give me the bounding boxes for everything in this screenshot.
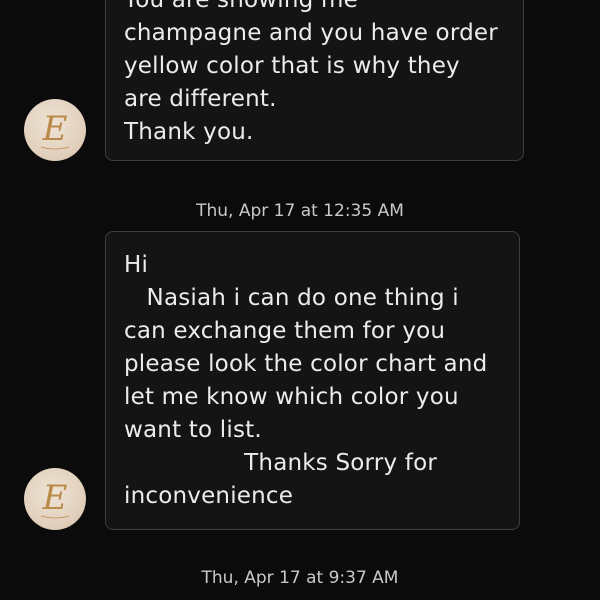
message-line: Thanks Sorry for: [124, 450, 438, 476]
message-line: can exchange them for you: [124, 318, 446, 344]
message-line: let me know which color you: [124, 384, 459, 410]
message-line: Nasiah i can do one thing i: [124, 285, 459, 311]
message-bubble[interactable]: You are showing me champagne and you hav…: [105, 0, 524, 161]
message-timestamp: Thu, Apr 17 at 9:37 AM: [201, 568, 399, 588]
monogram-letter: E: [42, 109, 68, 149]
message-timestamp: Thu, Apr 17 at 12:35 AM: [196, 201, 404, 221]
sender-avatar[interactable]: E: [24, 468, 86, 530]
message-line: champagne and you have order: [124, 20, 498, 46]
monogram-e-logo-icon: E: [40, 109, 70, 150]
message-line: inconvenience: [124, 483, 294, 509]
message-line: Hi: [124, 252, 149, 278]
message-line: want to list.: [124, 417, 262, 443]
message-line: You are showing me: [124, 0, 358, 13]
message-line: Thank you.: [124, 119, 254, 145]
monogram-letter: E: [42, 478, 68, 518]
chat-thread: E You are showing me champagne and you h…: [0, 0, 600, 600]
message-bubble[interactable]: Hi Nasiah i can do one thing i can excha…: [105, 231, 520, 530]
message-line: yellow color that is why they: [124, 53, 460, 79]
sender-avatar[interactable]: E: [24, 99, 86, 161]
monogram-e-logo-icon: E: [40, 478, 70, 519]
message-line: please look the color chart and: [124, 351, 488, 377]
message-line: are different.: [124, 86, 277, 112]
